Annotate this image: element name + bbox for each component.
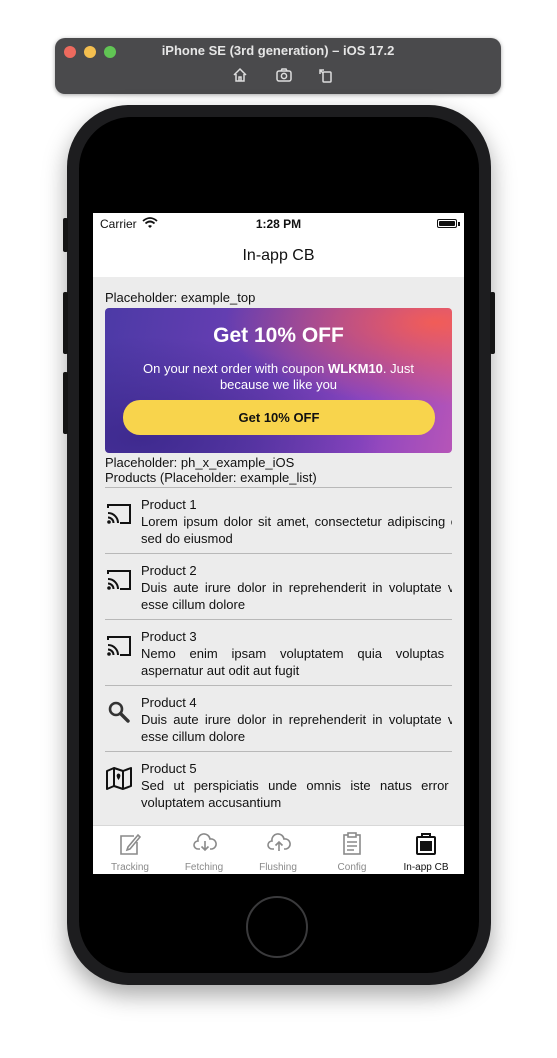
products-list-label: Products (Placeholder: example_list) [105, 470, 317, 485]
content-area: Placeholder: example_top Get 10% OFF On … [105, 277, 452, 817]
banner-text: On your next order with coupon WLKM10. J… [129, 361, 428, 393]
promo-banner[interactable]: Get 10% OFF On your next order with coup… [105, 308, 452, 453]
cloud-upload-icon [267, 833, 291, 851]
product-description: Duis aute irure dolor in reprehenderit i… [141, 712, 452, 744]
coupon-code: WLKM10 [328, 361, 383, 376]
tab-label: Config [337, 862, 367, 873]
placeholder-ios-label: Placeholder: ph_x_example_iOS [105, 455, 295, 470]
cloud-download-icon [193, 833, 217, 852]
list-item[interactable]: Product 5 Sed ut perspiciatis unde omnis… [105, 752, 452, 817]
tab-tracking[interactable]: Tracking [93, 826, 167, 874]
home-icon[interactable] [231, 66, 253, 88]
power-button [490, 292, 495, 354]
product-description: Lorem ipsum dolor sit amet, consectetur … [141, 514, 452, 546]
list-item[interactable]: Product 3 Nemo enim ipsam voluptatem qui… [105, 620, 452, 686]
home-button[interactable] [246, 896, 308, 958]
list-item[interactable]: Product 2 Duis aute irure dolor in repre… [105, 554, 452, 620]
product-list: Product 1 Lorem ipsum dolor sit amet, co… [105, 487, 452, 817]
volume-up-button [63, 292, 68, 354]
list-item[interactable]: Product 4 Duis aute irure dolor in repre… [105, 686, 452, 752]
product-description: Duis aute irure dolor in reprehenderit i… [141, 580, 452, 612]
product-title: Product 5 [141, 761, 197, 776]
cast-icon [106, 567, 132, 593]
product-title: Product 1 [141, 497, 197, 512]
edit-icon [120, 833, 141, 855]
briefcase-icon [416, 833, 436, 855]
get-discount-button[interactable]: Get 10% OFF [123, 400, 435, 435]
mute-switch [63, 218, 68, 252]
list-item[interactable]: Product 1 Lorem ipsum dolor sit amet, co… [105, 488, 452, 554]
simulator-title-bar: iPhone SE (3rd generation) – iOS 17.2 [55, 38, 501, 94]
tab-label: Tracking [111, 862, 149, 873]
status-time: 1:28 PM [255, 217, 302, 231]
product-title: Product 4 [141, 695, 197, 710]
tab-in-app-cb[interactable]: In-app CB [389, 826, 463, 874]
rotate-icon[interactable] [317, 66, 339, 88]
volume-down-button [63, 372, 68, 434]
product-title: Product 2 [141, 563, 197, 578]
page-title: In-app CB [242, 247, 315, 264]
tab-bar: Tracking Fetching Flushing Config In-app… [93, 825, 464, 874]
app-screen: Carrier 1:28 PM In-app CB Placeholder: e… [93, 213, 464, 874]
tab-label: Fetching [184, 862, 224, 873]
battery-icon [437, 219, 457, 228]
banner-title: Get 10% OFF [213, 324, 344, 347]
product-description: Nemo enim ipsam voluptatem quia voluptas… [141, 646, 452, 678]
search-icon [106, 699, 132, 725]
tab-label: In-app CB [403, 862, 449, 873]
tab-fetching[interactable]: Fetching [167, 826, 241, 874]
cast-icon [106, 501, 132, 527]
cast-icon [106, 633, 132, 659]
tab-flushing[interactable]: Flushing [241, 826, 315, 874]
battery-tip [458, 222, 460, 226]
status-bar: Carrier 1:28 PM [93, 213, 464, 235]
tab-config[interactable]: Config [315, 826, 389, 874]
banner-text-before: On your next order with coupon [143, 361, 329, 376]
navigation-bar: In-app CB [93, 235, 464, 277]
product-title: Product 3 [141, 629, 197, 644]
clipboard-icon [343, 832, 361, 855]
window-title: iPhone SE (3rd generation) – iOS 17.2 [161, 43, 395, 58]
screenshot-icon[interactable] [275, 66, 297, 88]
tab-label: Flushing [259, 862, 297, 873]
placeholder-top-label: Placeholder: example_top [105, 290, 256, 305]
product-description: Sed ut perspiciatis unde omnis iste natu… [141, 778, 452, 810]
map-icon [106, 765, 132, 791]
